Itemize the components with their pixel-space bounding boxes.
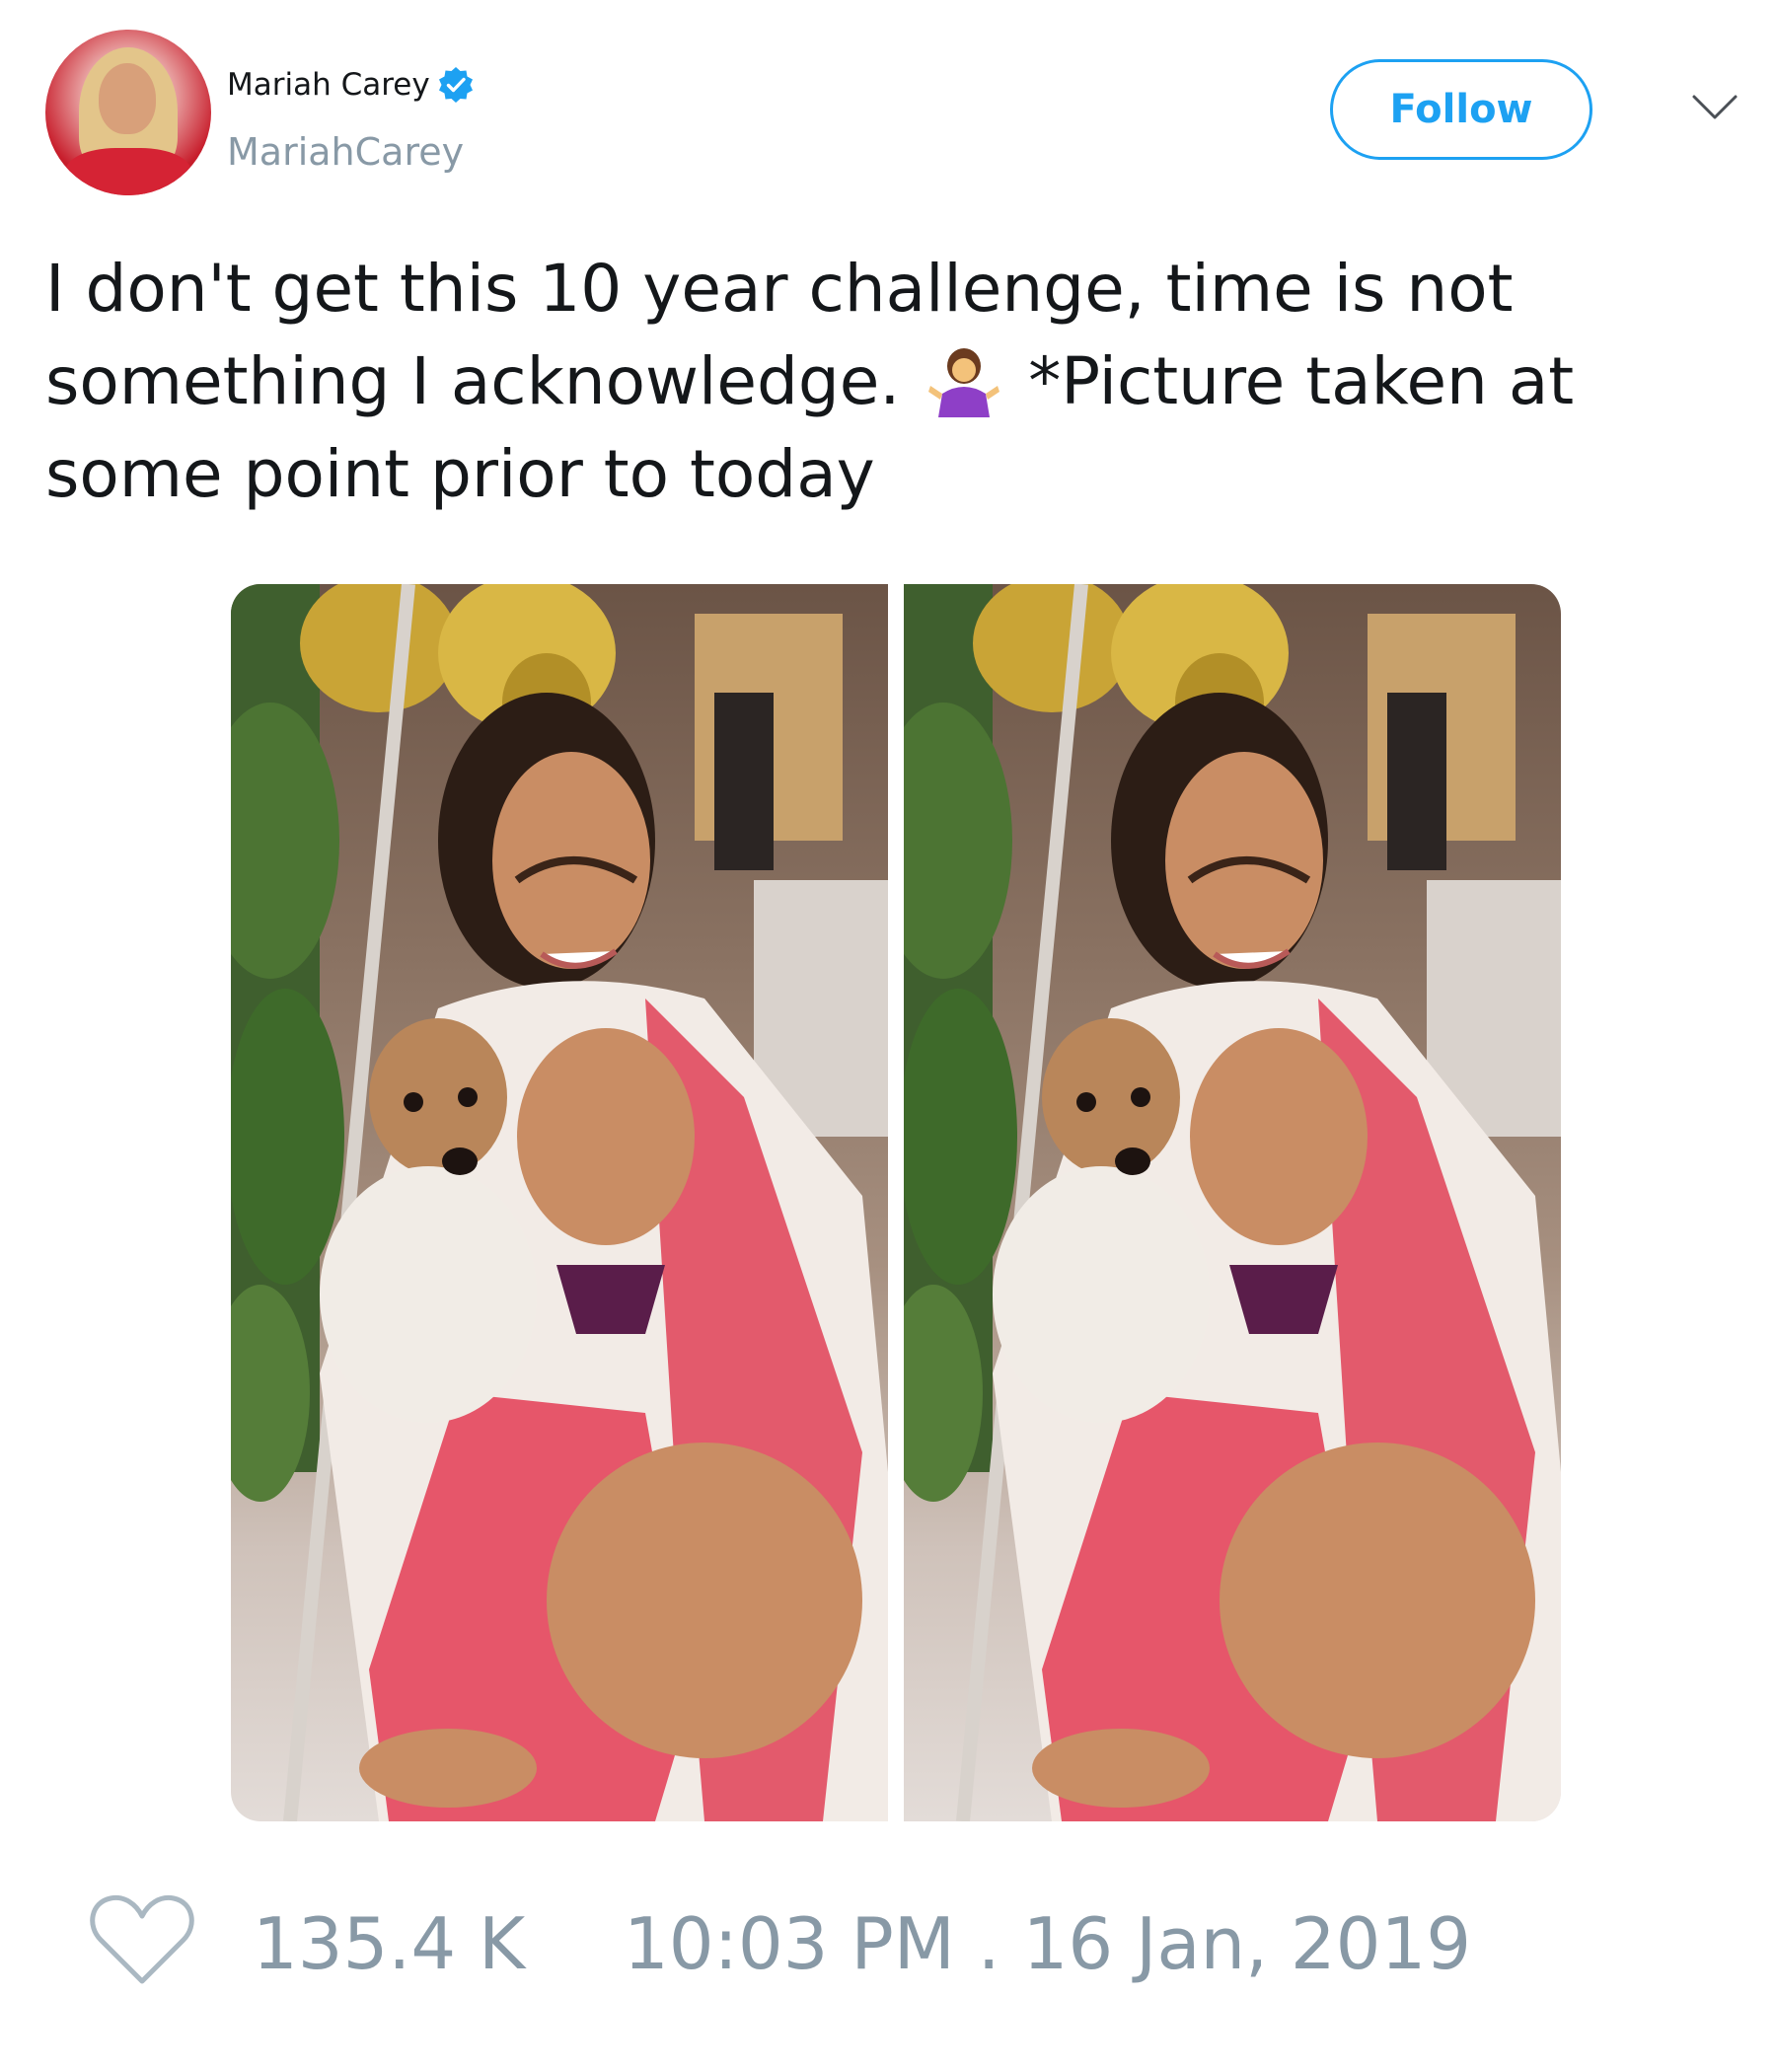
user-handle[interactable]: MariahCarey	[227, 130, 464, 174]
person-shrugging-emoji-icon	[928, 348, 1000, 417]
photo-illustration	[231, 584, 888, 1821]
user-name[interactable]: Mariah Carey	[227, 67, 430, 103]
user-name-row[interactable]: Mariah Carey	[227, 65, 476, 105]
like-count[interactable]: 135.4 K	[253, 1902, 525, 1985]
tweet-text: I don't get this 10 year challenge, time…	[45, 243, 1723, 521]
verified-badge-icon	[438, 67, 473, 103]
follow-button[interactable]: Follow	[1330, 59, 1592, 160]
tweet-photo[interactable]	[904, 584, 1561, 1821]
avatar[interactable]	[45, 30, 211, 195]
tweet-photo[interactable]	[231, 584, 888, 1821]
tweet-timestamp[interactable]: 10:03 PM . 16 Jan, 2019	[624, 1902, 1471, 1985]
chevron-down-icon[interactable]	[1691, 93, 1739, 122]
heart-icon[interactable]	[89, 1892, 195, 1987]
photo-illustration	[904, 584, 1561, 1821]
tweet-media[interactable]	[231, 584, 1561, 1821]
